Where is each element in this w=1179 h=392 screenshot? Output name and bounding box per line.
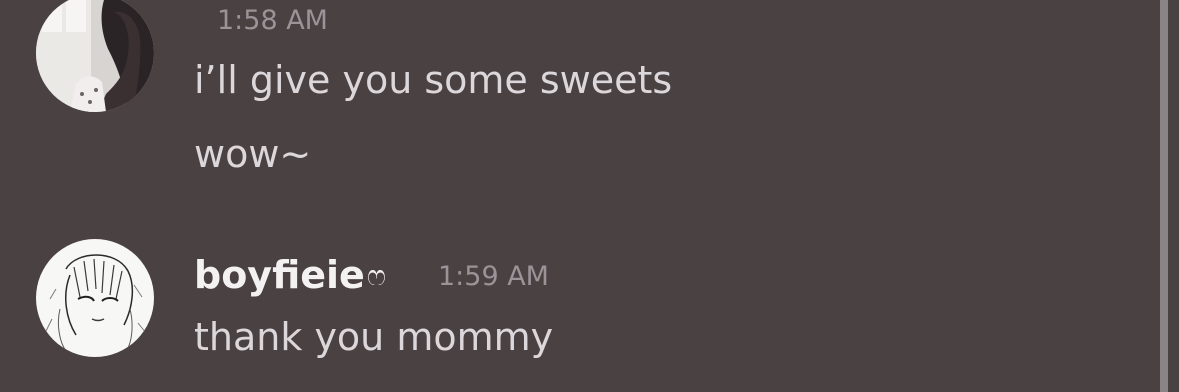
user-avatar[interactable] (36, 239, 154, 357)
avatar-photo (36, 0, 154, 112)
message-text: thank you mommy (194, 315, 554, 359)
message-timestamp: 1:59 AM (438, 261, 549, 292)
message-text: wow~ (194, 132, 312, 176)
message-timestamp: 1:58 AM (217, 5, 328, 36)
user-avatar[interactable] (36, 0, 154, 112)
message-text: i’ll give you some sweets (194, 58, 673, 102)
chat-messages: 1:58 AM i’ll give you some sweets wow~ b… (0, 0, 1160, 392)
heart-icon: ෆ (367, 259, 386, 292)
username[interactable]: boyfieie (194, 256, 365, 294)
avatar-drawing (36, 239, 154, 357)
scrollbar[interactable] (1160, 0, 1168, 392)
